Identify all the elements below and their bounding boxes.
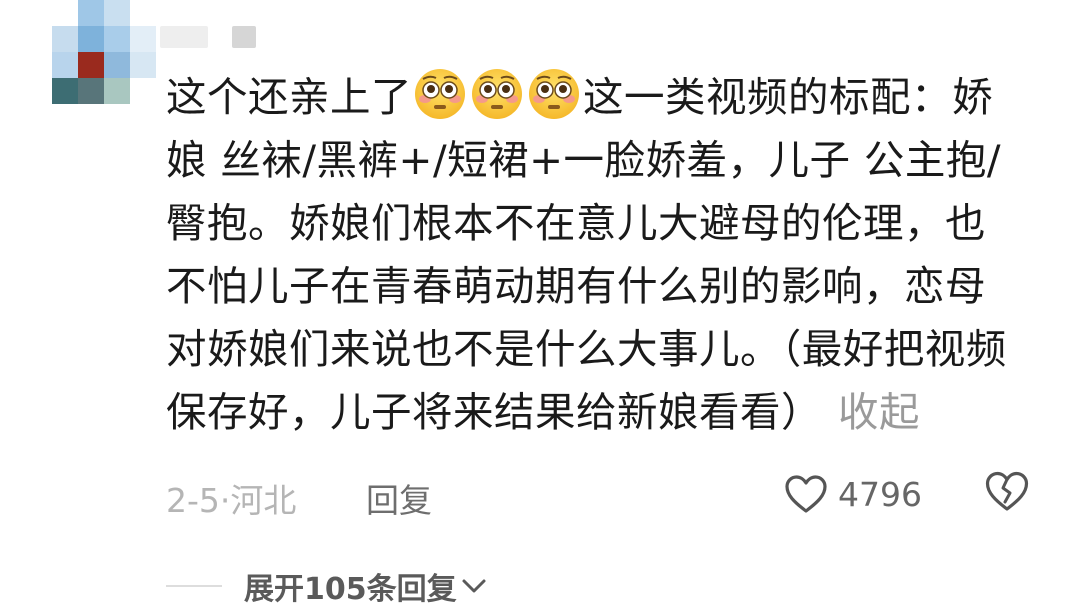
comment-page: 这个还亲上了 这一类视频的标配：娇娘 丝袜/黑裤+/短裙+一脸娇羞，儿子 公主抱… bbox=[0, 0, 1080, 612]
divider-line bbox=[166, 585, 222, 587]
heart-icon bbox=[785, 475, 827, 513]
comment-line1-rest: 这一类视频的标配：娇 bbox=[583, 73, 993, 121]
comment-meta: 2-5·河北 回复 4796 bbox=[166, 468, 1046, 520]
dislike-button[interactable] bbox=[984, 470, 1030, 520]
avatar[interactable] bbox=[52, 0, 156, 104]
comment-lead: 这个还亲上了 bbox=[166, 73, 412, 121]
expand-replies[interactable]: 展开105条回复 bbox=[166, 560, 666, 612]
broken-heart-icon bbox=[985, 471, 1029, 511]
username-redacted-mark bbox=[232, 26, 256, 48]
flushed-face-emoji bbox=[415, 69, 465, 119]
flushed-face-emoji bbox=[529, 69, 579, 119]
username-redacted bbox=[160, 26, 208, 48]
like-count: 4796 bbox=[838, 474, 922, 514]
like-button[interactable]: 4796 bbox=[784, 468, 922, 520]
comment-text: 这个还亲上了 这一类视频的标配：娇娘 丝袜/黑裤+/短裙+一脸娇羞，儿子 公主抱… bbox=[166, 66, 1026, 444]
chevron-down-icon bbox=[462, 579, 486, 593]
date-location: 2-5·河北 bbox=[166, 481, 297, 520]
reply-button[interactable]: 回复 bbox=[366, 474, 432, 522]
expand-replies-label[interactable]: 展开105条回复 bbox=[244, 564, 457, 608]
collapse-link[interactable]: 收起 bbox=[838, 388, 920, 436]
flushed-face-emoji bbox=[472, 69, 522, 119]
